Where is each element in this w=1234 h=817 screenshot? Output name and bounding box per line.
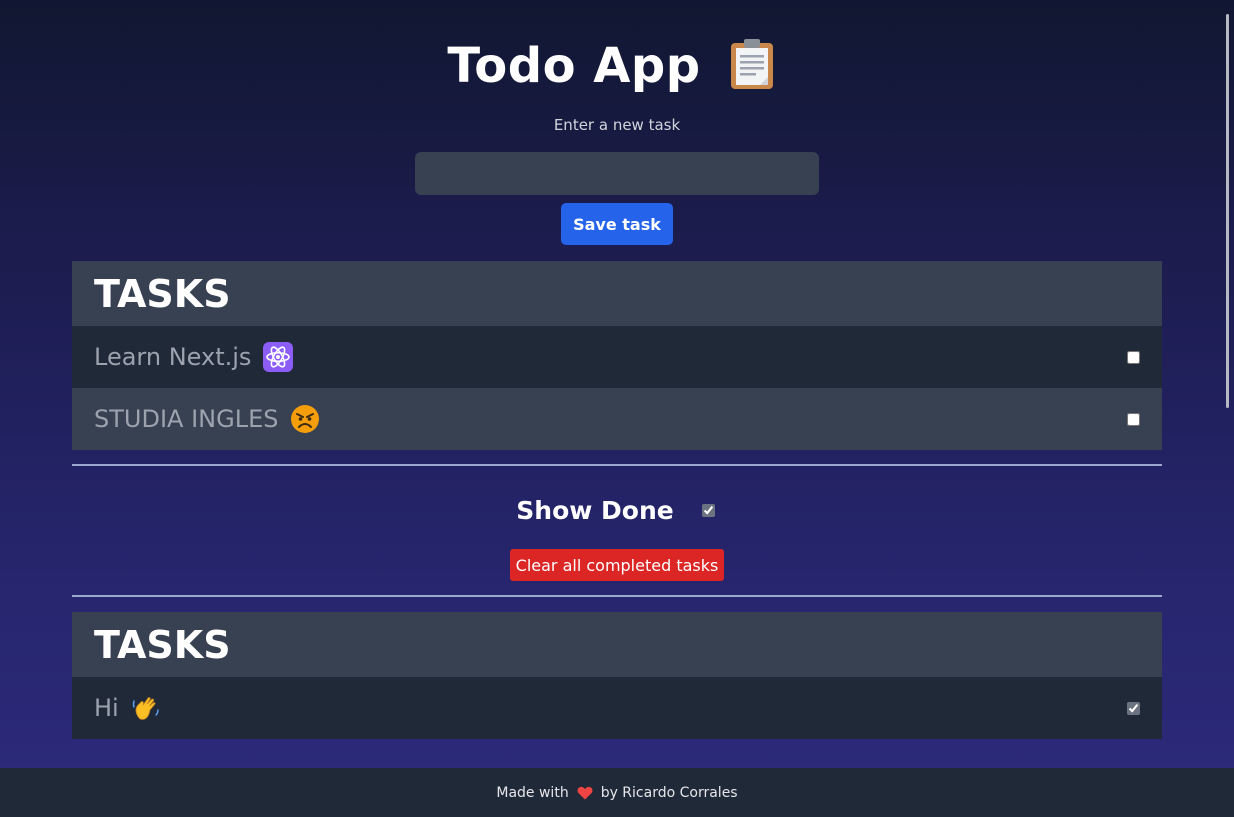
angry-face-icon — [291, 405, 320, 433]
tasks-heading: TASKS — [72, 261, 1162, 326]
task-label: STUDIA INGLES — [94, 404, 320, 434]
clipboard-icon — [730, 39, 773, 89]
clear-completed-button[interactable]: Clear all completed tasks — [510, 549, 724, 581]
divider — [72, 595, 1162, 597]
task-checkbox[interactable] — [1127, 350, 1140, 364]
done-tasks-panel: TASKS Hi — [72, 612, 1162, 739]
new-task-label: Enter a new task — [553, 116, 681, 134]
new-task-input[interactable] — [415, 152, 819, 195]
task-text: Learn Next.js — [94, 343, 252, 371]
task-label: Learn Next.js — [94, 342, 294, 372]
page-title: Todo App — [447, 38, 701, 94]
footer-prefix: Made with — [496, 784, 569, 801]
scrollbar[interactable] — [1226, 14, 1229, 408]
divider — [72, 464, 1162, 466]
show-done-checkbox[interactable] — [701, 504, 715, 517]
task-checkbox[interactable] — [1127, 412, 1140, 426]
task-label: Hi — [94, 693, 161, 723]
page-header: Todo App — [0, 38, 1222, 94]
save-task-button[interactable]: Save task — [561, 203, 673, 245]
footer-suffix: by Ricardo Corrales — [600, 784, 738, 801]
show-done-toggle: Show Done — [0, 496, 1234, 525]
pending-tasks-panel: TASKS Learn Next.js STUDIA INGLES — [72, 261, 1162, 450]
task-row: STUDIA INGLES — [72, 388, 1162, 450]
task-checkbox[interactable] — [1127, 701, 1140, 715]
heart-icon — [577, 786, 593, 799]
task-text: STUDIA INGLES — [94, 405, 279, 433]
show-done-label: Show Done — [516, 496, 674, 525]
atom-icon — [263, 342, 294, 372]
task-text: Hi — [94, 694, 119, 722]
footer: Made with by Ricardo Corrales — [0, 768, 1234, 817]
task-row: Learn Next.js — [72, 326, 1162, 388]
task-row: Hi — [72, 677, 1162, 739]
tasks-heading: TASKS — [72, 612, 1162, 677]
waving-hand-icon — [132, 697, 159, 720]
